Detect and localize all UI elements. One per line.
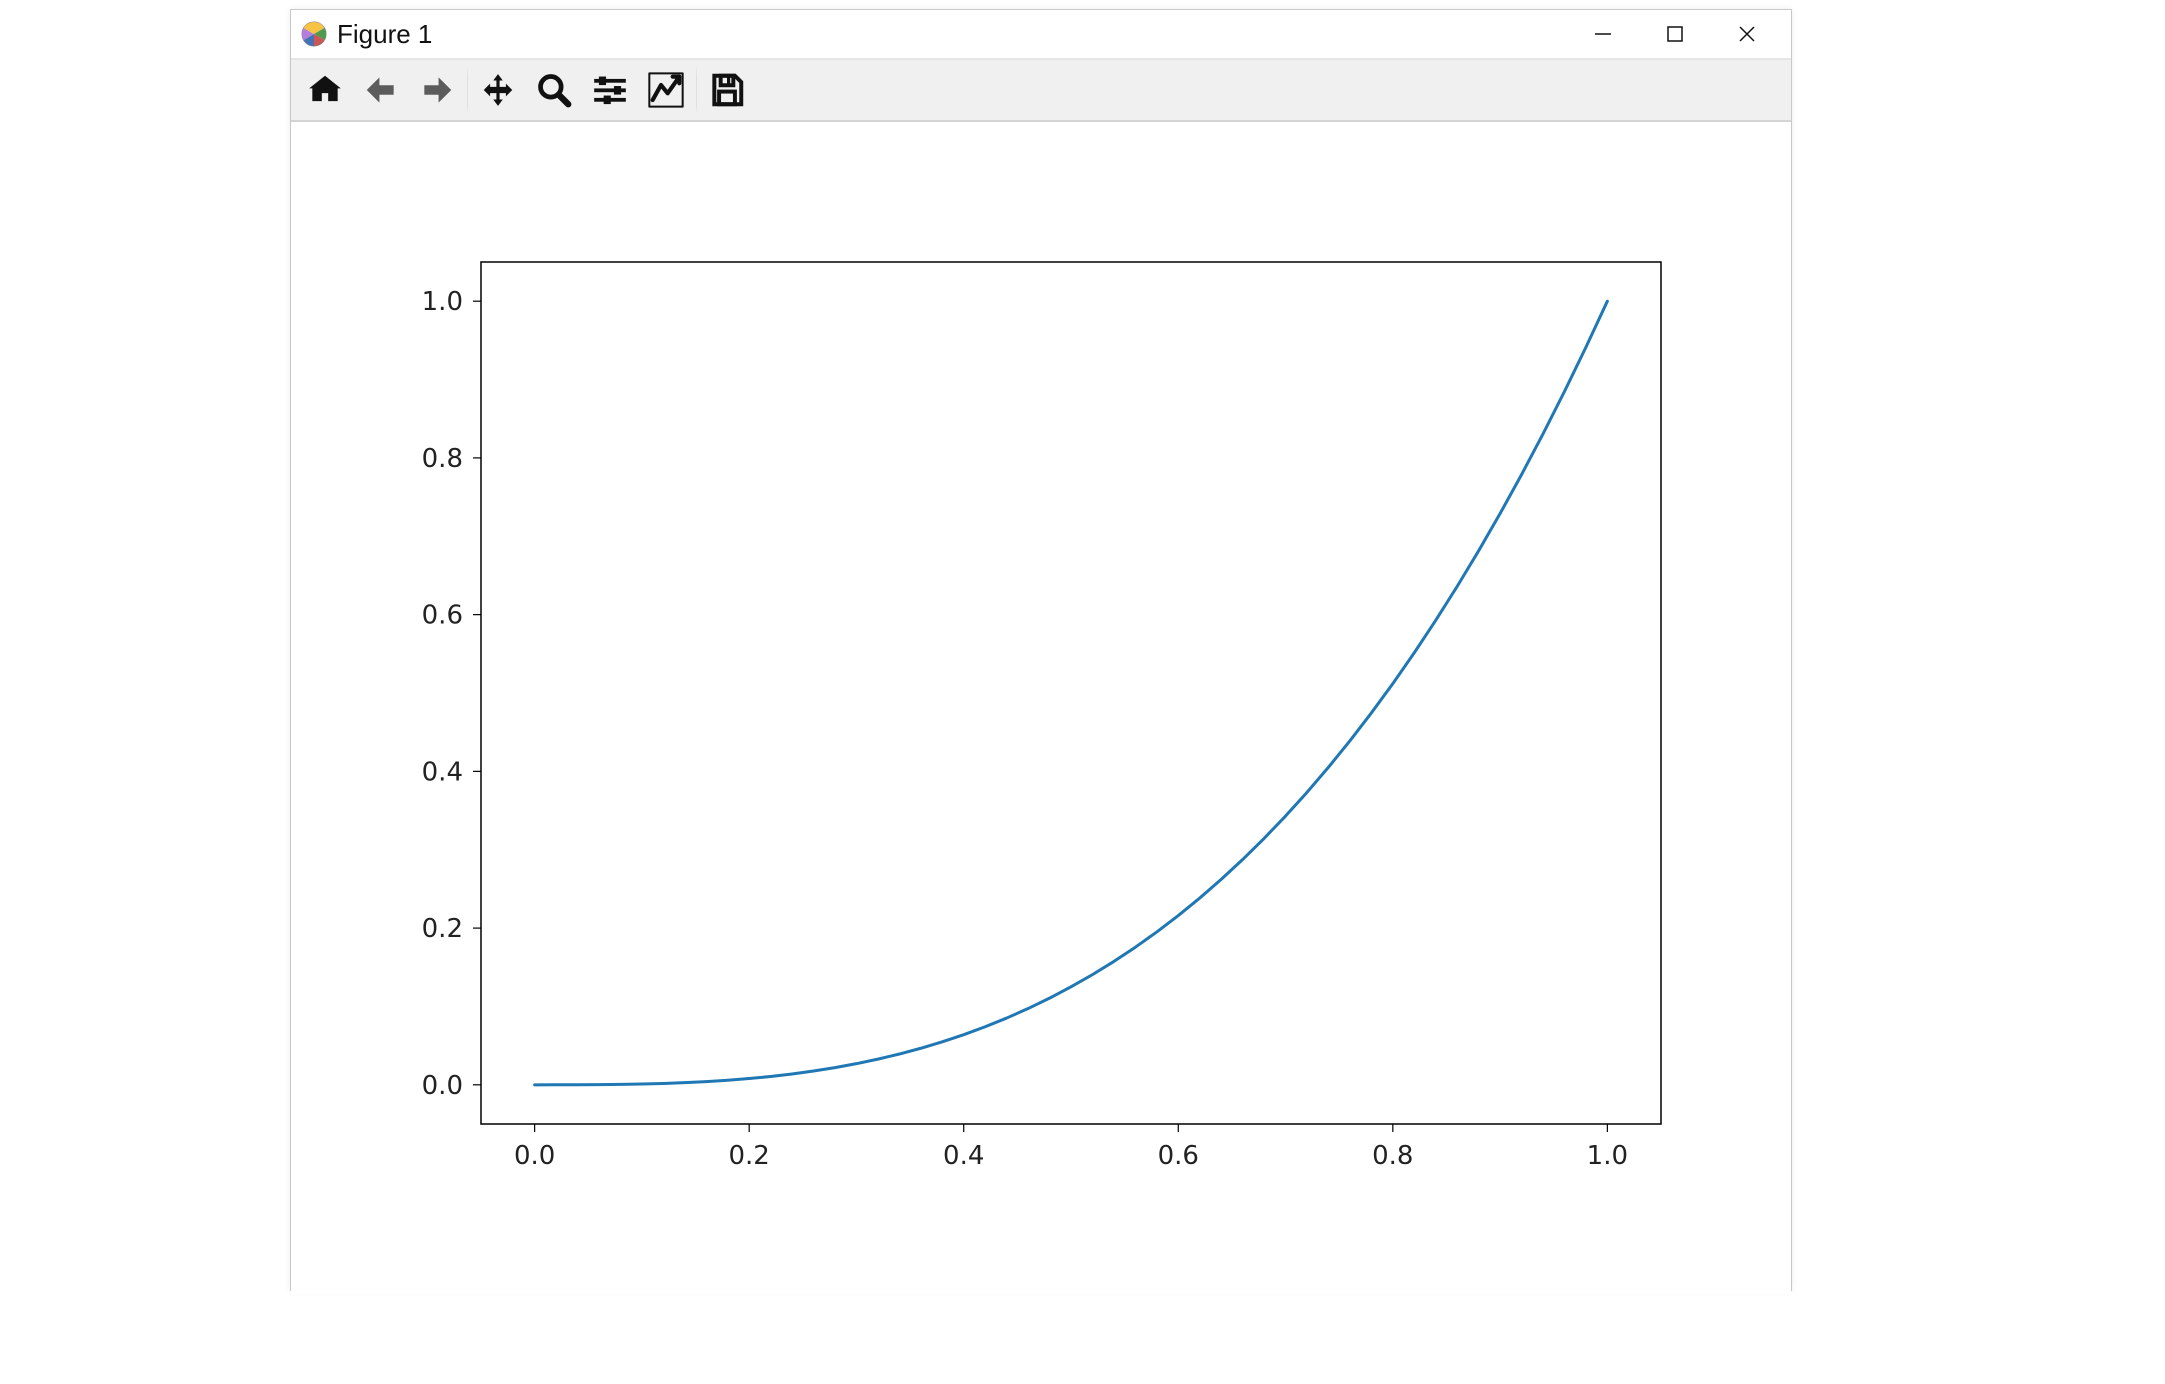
chart-line-icon <box>646 70 686 110</box>
separator <box>467 66 468 114</box>
y-tick-label: 0.6 <box>422 601 463 631</box>
maximize-button[interactable] <box>1639 10 1711 58</box>
arrow-right-icon <box>418 71 456 109</box>
save-button[interactable] <box>699 62 755 118</box>
zoom-button[interactable] <box>526 62 582 118</box>
title-left: Figure 1 <box>301 19 432 50</box>
plot-svg: 0.0 0.2 0.4 0.6 0.8 1.0 0.0 0.2 0.4 0.6 0.8 1.0 <box>291 122 1791 1294</box>
x-tick-label: 1.0 <box>1587 1141 1628 1171</box>
separator <box>696 66 697 114</box>
x-tick-label: 0.0 <box>514 1141 555 1171</box>
axes-box <box>481 262 1661 1124</box>
arrow-left-icon <box>362 71 400 109</box>
y-tick-label: 0.8 <box>422 444 463 474</box>
titlebar: Figure 1 <box>291 10 1791 59</box>
zoom-icon <box>535 71 573 109</box>
maximize-icon <box>1665 24 1685 44</box>
window-title: Figure 1 <box>337 19 432 50</box>
y-tick-label: 1.0 <box>422 287 463 317</box>
x-tick-label: 0.8 <box>1372 1141 1413 1171</box>
minimize-icon <box>1593 24 1613 44</box>
move-icon <box>479 71 517 109</box>
y-tick-label: 0.4 <box>422 757 463 787</box>
sliders-icon <box>591 71 629 109</box>
series-line <box>535 301 1608 1085</box>
home-button[interactable] <box>297 62 353 118</box>
configure-subplots-button[interactable] <box>582 62 638 118</box>
edit-axis-button[interactable] <box>638 62 694 118</box>
window-controls <box>1567 10 1783 58</box>
matplotlib-icon <box>301 21 327 47</box>
back-button[interactable] <box>353 62 409 118</box>
x-tick-label: 0.6 <box>1158 1141 1199 1171</box>
x-tick-label: 0.4 <box>943 1141 984 1171</box>
plot-canvas[interactable]: 0.0 0.2 0.4 0.6 0.8 1.0 0.0 0.2 0.4 0.6 0.8 1.0 <box>291 122 1791 1294</box>
figure-window: Figure 1 <box>290 9 1792 1291</box>
minimize-button[interactable] <box>1567 10 1639 58</box>
y-tick-label: 0.2 <box>422 914 463 944</box>
forward-button[interactable] <box>409 62 465 118</box>
toolbar <box>291 59 1791 122</box>
save-icon <box>708 71 746 109</box>
y-tick-label: 0.0 <box>422 1071 463 1101</box>
close-icon <box>1737 24 1757 44</box>
close-button[interactable] <box>1711 10 1783 58</box>
x-tick-label: 0.2 <box>729 1141 770 1171</box>
home-icon <box>306 71 344 109</box>
pan-button[interactable] <box>470 62 526 118</box>
